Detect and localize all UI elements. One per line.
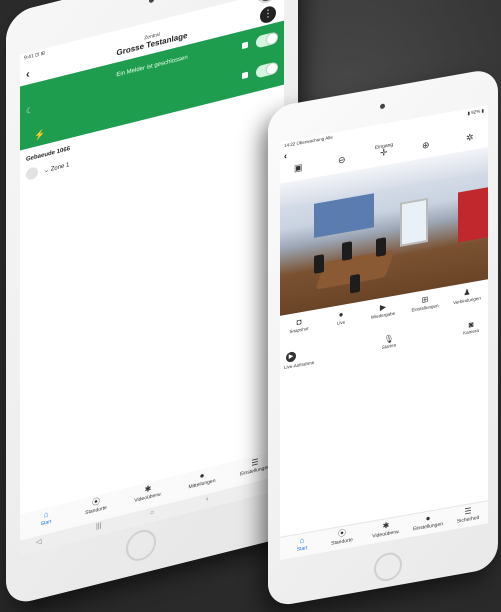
toggle-knob <box>267 32 277 45</box>
toggle-knob <box>267 62 277 75</box>
lock-icon <box>242 71 248 80</box>
home-button <box>374 550 402 584</box>
snapshot-button[interactable]: ◘ Snapshot <box>282 314 316 336</box>
nav-start[interactable]: ⌂ Start <box>28 506 64 531</box>
zone-label: ⌄ Zone 1 <box>44 162 70 175</box>
camera-lens <box>380 103 385 110</box>
android-prev[interactable]: ‹ <box>206 496 208 504</box>
status-right: ▮ 92% ▮ <box>467 107 484 116</box>
nav-video[interactable]: ✱ Videoüberw. <box>366 518 406 541</box>
nav-einstellungen[interactable]: ● Einstellungen <box>408 510 448 533</box>
zone-icon <box>26 166 38 182</box>
bottom-nav: ⌂ Start ⦿ Standorte ✱ Videoüberw. ● Einstell… <box>280 500 488 560</box>
status-left: 14:22 Überwachung Alle <box>284 134 333 149</box>
front-tablet: 14:22 Überwachung Alle ▮ 92% ▮ ‹ ▣ ⊖ ✛ ⊕… <box>268 67 498 608</box>
play-circle-icon[interactable]: ▶ <box>286 351 296 363</box>
android-back[interactable]: ◁ <box>36 537 41 546</box>
zone-label-text: Zone 1 <box>50 162 70 173</box>
front-tablet-screen: 14:22 Überwachung Alle ▮ 92% ▮ ‹ ▣ ⊖ ✛ ⊕… <box>280 105 488 560</box>
home-button <box>126 526 156 565</box>
connections-button[interactable]: ♟ Verbindungen <box>450 284 484 306</box>
nav-label: Start <box>40 518 52 528</box>
control-label: Live <box>336 319 346 326</box>
room-chair <box>350 273 360 294</box>
nav-mitteilungen[interactable]: ● Mitteilungen <box>180 466 224 493</box>
nav-standorte[interactable]: ⦿ Standorte <box>324 526 360 548</box>
room-chair <box>314 254 324 274</box>
live-button[interactable]: ● Live <box>324 306 358 328</box>
back-tablet: 9:41 ⊡ ⊞ ◉ ⊿ ✉ ▮ ‹ Zentral Grosse Testan… <box>6 0 298 607</box>
settings-button[interactable]: ⊞ Einstellungen <box>408 291 442 313</box>
camera-lens <box>149 0 154 4</box>
nav-label: Start <box>296 545 308 553</box>
room-window <box>400 197 428 247</box>
room-chair <box>376 237 386 257</box>
android-recents[interactable]: ||| <box>96 522 101 530</box>
arm-toggle-2[interactable] <box>256 61 278 79</box>
moon-icon: ☾ <box>26 105 34 117</box>
nav-video[interactable]: ✱ Videoüberw. <box>128 480 168 506</box>
nav-standorte[interactable]: ⦿ Standorte <box>78 493 114 518</box>
android-home[interactable]: ○ <box>150 509 154 517</box>
nav-start[interactable]: ⌂ Start <box>284 533 320 555</box>
lock-icon <box>242 41 248 50</box>
camera-switch[interactable]: ◙ Kamera <box>458 318 484 337</box>
room-red-wall <box>458 187 488 243</box>
playback-button[interactable]: ▶ Wiedergabe <box>366 299 400 321</box>
arm-toggle-1[interactable] <box>256 31 278 49</box>
start-recording[interactable]: 🎙 Starten <box>374 332 404 351</box>
back-tablet-screen: 9:41 ⊡ ⊞ ◉ ⊿ ✉ ▮ ‹ Zentral Grosse Testan… <box>20 0 284 555</box>
nav-sicherheit[interactable]: ☰ Sicherheit <box>450 504 486 526</box>
start-label: Starten <box>381 342 397 350</box>
room-chair <box>342 241 352 261</box>
bolt-icon: ⚡ <box>34 128 46 142</box>
